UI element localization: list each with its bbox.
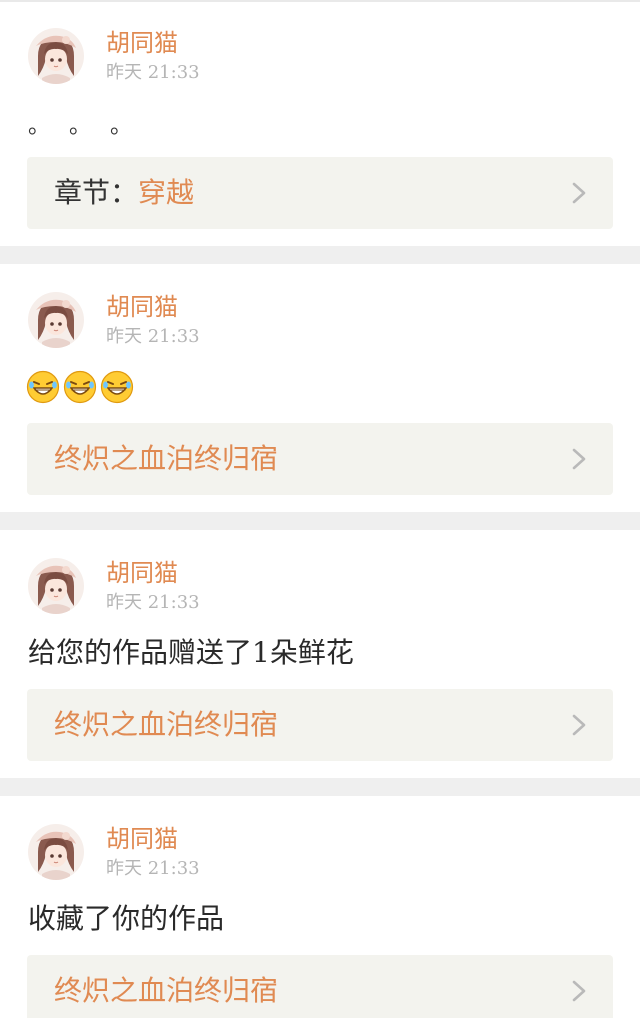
laughing-tears-emoji [26, 370, 60, 404]
link-label: 终炽之血泊终归宿 [54, 707, 278, 743]
chevron-right-icon [569, 713, 589, 737]
link-label: 终炽之血泊终归宿 [54, 973, 278, 1009]
work-link[interactable]: 终炽之血泊终归宿 [27, 689, 613, 761]
feed-item: 胡同猫 昨天 21:33 给您的作品赠送了1朵鲜花 终炽之血泊终归宿 [0, 530, 640, 778]
chevron-right-icon [569, 181, 589, 205]
feed-item: 胡同猫 昨天 21:33 终炽之血泊终归宿 [0, 264, 640, 512]
activity-text: 给您的作品赠送了1朵鲜花 [28, 636, 354, 669]
timestamp: 昨天 21:33 [106, 592, 200, 613]
chevron-right-icon [569, 979, 589, 1003]
emoji-row [26, 370, 137, 404]
work-link[interactable]: 终炽之血泊终归宿 [27, 955, 613, 1018]
comment-text: 。 。 。 [28, 114, 138, 139]
feed-item: 胡同猫 昨天 21:33 收藏了你的作品 终炽之血泊终归宿 [0, 796, 640, 1018]
laughing-tears-emoji [100, 370, 134, 404]
username[interactable]: 胡同猫 [106, 293, 178, 321]
link-value: 终炽之血泊终归宿 [54, 442, 279, 475]
link-value: 终炽之血泊终归宿 [54, 708, 279, 741]
link-label: 章节：穿越 [54, 175, 194, 211]
chapter-link[interactable]: 章节：穿越 [27, 157, 613, 229]
link-value: 穿越 [138, 176, 195, 209]
feed-item: 胡同猫 昨天 21:33 。 。 。 章节：穿越 [0, 2, 640, 246]
link-value: 终炽之血泊终归宿 [54, 974, 279, 1007]
work-link[interactable]: 终炽之血泊终归宿 [27, 423, 613, 495]
username[interactable]: 胡同猫 [106, 825, 178, 853]
anime-girl-avatar[interactable] [28, 824, 84, 880]
timestamp: 昨天 21:33 [106, 326, 200, 347]
link-label: 终炽之血泊终归宿 [54, 441, 278, 477]
chevron-right-icon [569, 447, 589, 471]
link-prefix: 章节： [54, 176, 139, 209]
anime-girl-avatar[interactable] [28, 558, 84, 614]
timestamp: 昨天 21:33 [106, 858, 200, 879]
timestamp: 昨天 21:33 [106, 62, 200, 83]
activity-text: 收藏了你的作品 [28, 902, 225, 935]
laughing-tears-emoji [63, 370, 97, 404]
anime-girl-avatar[interactable] [28, 28, 84, 84]
anime-girl-avatar[interactable] [28, 292, 84, 348]
username[interactable]: 胡同猫 [106, 29, 178, 57]
username[interactable]: 胡同猫 [106, 559, 178, 587]
